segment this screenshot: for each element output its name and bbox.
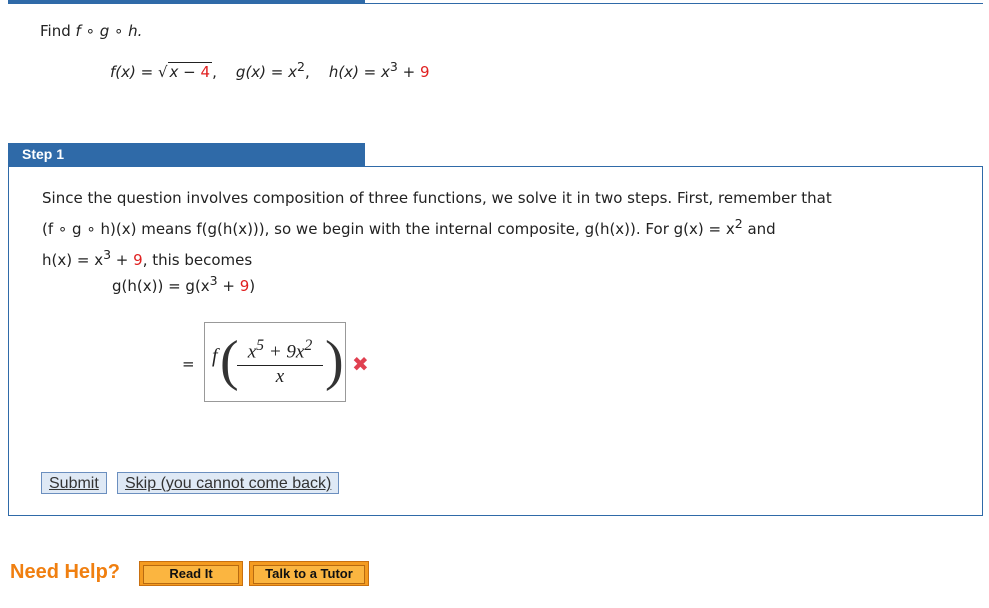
close-paren: ) [249, 277, 256, 295]
exp: 2 [304, 337, 313, 354]
read-it-label: Read It [143, 565, 239, 584]
num-mid: + 9x [264, 341, 305, 363]
line-3-text: h(x) = x [42, 251, 104, 269]
red-value: 9 [419, 63, 430, 81]
x-mark-icon: ✖ [352, 352, 369, 376]
red-value: 9 [133, 251, 143, 269]
line-3: h(x) = x3 + 9, this becomes [42, 242, 942, 273]
composition: f ∘ g ∘ h. [75, 22, 143, 40]
line-2-tail: and [742, 220, 776, 238]
exp: 3 [103, 247, 112, 262]
answer-fraction: x5 + 9x2 x [237, 337, 323, 388]
top-divider [365, 3, 983, 4]
plus: + [217, 277, 240, 295]
comma: , [304, 63, 310, 81]
red-value: 4 [200, 63, 211, 81]
plus: + [111, 251, 134, 269]
function-definitions: f(x) = √ x − 4, g(x) = x2, h(x) = x3 + 9 [110, 59, 430, 81]
numerator: x5 + 9x2 [237, 337, 323, 367]
comma: , [212, 63, 217, 81]
answer-input[interactable]: f ( x5 + 9x2 x ) [204, 322, 346, 402]
h-exp: 3 [389, 59, 398, 74]
equals-sign: = [182, 355, 195, 373]
denominator: x [275, 366, 285, 388]
step-explanation: Since the question involves composition … [42, 185, 942, 273]
top-bar [8, 0, 365, 4]
num-x: x [247, 341, 257, 363]
line-1: Since the question involves composition … [42, 189, 832, 207]
step-header: Step 1 [8, 143, 365, 166]
right-paren: ) [325, 330, 344, 392]
h-def: h(x) = x [328, 63, 390, 81]
g-def: g(x) = x [235, 63, 298, 81]
read-it-button[interactable]: Read It [139, 561, 243, 586]
eq-text: g(h(x)) = g(x [112, 277, 210, 295]
need-help-label: Need Help? [10, 561, 121, 583]
exp: 2 [734, 216, 743, 231]
answer-f: f [212, 345, 218, 367]
red-value: 9 [239, 277, 250, 295]
plus: + [397, 63, 420, 81]
tutor-label: Talk to a Tutor [253, 565, 365, 584]
skip-button[interactable]: Skip (you cannot come back) [117, 472, 340, 494]
left-paren: ( [220, 330, 239, 392]
exp: 3 [209, 273, 218, 288]
line-3-tail: , this becomes [142, 251, 253, 269]
line-2: (f ∘ g ∘ h)(x) means f(g(h(x))), so we b… [42, 211, 942, 242]
f-radicand: x − 4 [167, 62, 213, 81]
line-2-text: (f ∘ g ∘ h)(x) means f(g(h(x))), so we b… [42, 220, 735, 238]
g-exp: 2 [297, 59, 305, 74]
equation-line: g(h(x)) = g(x3 + 9) [112, 273, 255, 295]
radicand-text: x − [169, 63, 201, 81]
exp: 5 [256, 337, 265, 354]
talk-to-tutor-button[interactable]: Talk to a Tutor [249, 561, 369, 586]
submit-button[interactable]: Submit [41, 472, 107, 494]
question-prompt: Find f ∘ g ∘ h. [40, 22, 142, 40]
f-def: f(x) = [110, 63, 158, 81]
prompt-text: Find [40, 22, 71, 40]
